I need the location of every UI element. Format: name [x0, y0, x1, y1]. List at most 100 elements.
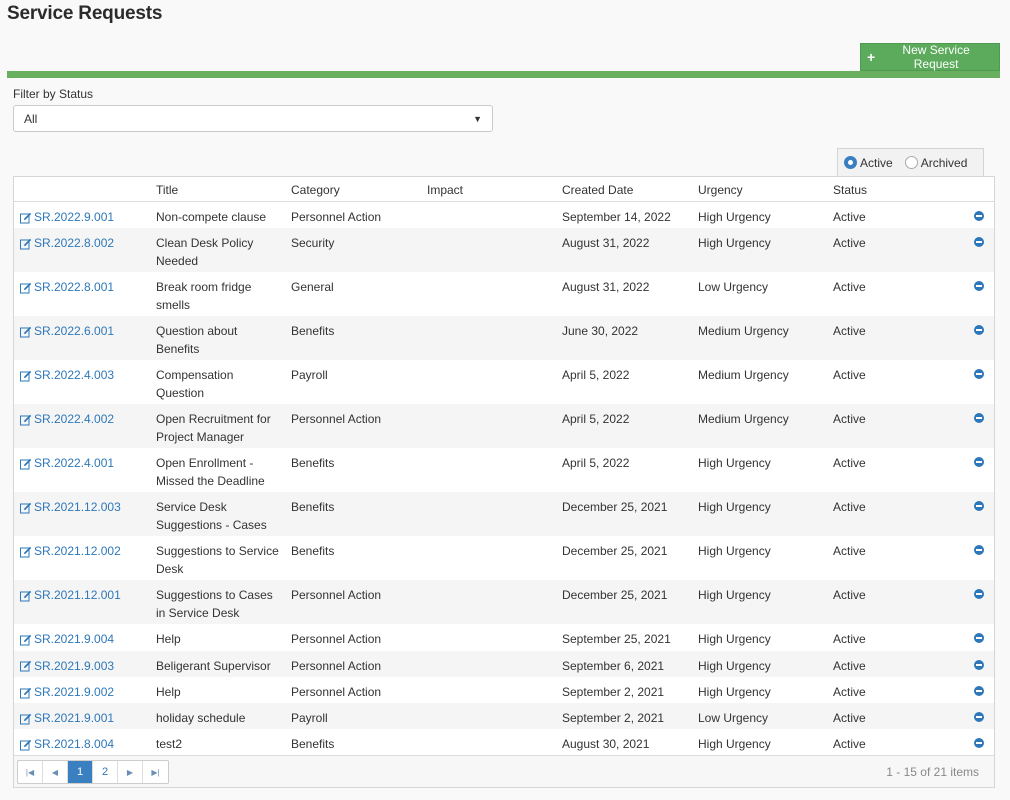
table-row[interactable]: SR.2022.9.001 Non-compete clause Personnel…: [14, 202, 994, 228]
column-header-title[interactable]: Title: [156, 183, 178, 197]
pager: |◀ ◀ 1 2 ▶ ▶| 1 - 15 of 21 items: [14, 755, 994, 787]
request-id-link[interactable]: SR.2022.4.003: [20, 367, 114, 385]
remove-circle-icon[interactable]: [974, 712, 984, 723]
request-urgency: Medium Urgency: [698, 412, 789, 427]
radio-active-indicator[interactable]: [844, 156, 857, 169]
request-urgency: High Urgency: [698, 236, 771, 251]
request-id: SR.2022.8.001: [34, 280, 115, 295]
request-status: Active: [833, 632, 866, 647]
request-title: Break room fridge smells: [156, 280, 252, 312]
request-id-link[interactable]: SR.2021.12.001: [20, 587, 121, 605]
request-id: SR.2021.9.004: [34, 632, 115, 647]
remove-circle-icon[interactable]: [974, 325, 984, 336]
request-id-link[interactable]: SR.2021.12.002: [20, 543, 121, 561]
page-button-2[interactable]: 2: [93, 761, 118, 783]
table-row[interactable]: SR.2021.8.004 test2 Benefits August 30, 202…: [14, 729, 994, 755]
table-row[interactable]: SR.2021.12.003 Service Desk Suggestions -…: [14, 492, 994, 537]
column-header-created-date[interactable]: Created Date: [562, 183, 633, 197]
first-page-icon[interactable]: |◀: [18, 761, 43, 783]
remove-circle-icon[interactable]: [974, 501, 984, 512]
request-created-date: September 2, 2021: [562, 684, 665, 699]
request-id-link[interactable]: SR.2021.9.002: [20, 684, 114, 702]
new-service-request-button[interactable]: + New Service Request: [860, 43, 1000, 71]
table-row[interactable]: SR.2022.6.001 Question about Benefits Bene…: [14, 316, 994, 361]
remove-circle-icon[interactable]: [974, 211, 984, 221]
request-title: Question about Benefits: [156, 324, 238, 356]
request-category: Benefits: [291, 500, 335, 515]
table-row[interactable]: SR.2021.9.001 holiday schedule Payroll Sept…: [14, 703, 994, 730]
column-header-status[interactable]: Status: [833, 183, 867, 197]
remove-circle-icon[interactable]: [974, 369, 984, 380]
table-row[interactable]: SR.2021.12.002 Suggestions to Service Des…: [14, 536, 994, 580]
radio-archived[interactable]: Archived: [904, 156, 967, 170]
request-id-link[interactable]: SR.2022.4.002: [20, 411, 114, 429]
request-created-date: September 2, 2021: [562, 711, 665, 726]
remove-circle-icon[interactable]: [974, 685, 984, 696]
request-category: Personnel Action: [291, 210, 382, 224]
request-id-link[interactable]: SR.2022.4.001: [20, 455, 114, 473]
remove-circle-icon[interactable]: [974, 659, 984, 670]
request-id-link[interactable]: SR.2021.8.004: [20, 736, 114, 754]
request-created-date: April 5, 2022: [562, 368, 630, 383]
request-urgency: High Urgency: [698, 632, 771, 647]
column-header-urgency[interactable]: Urgency: [698, 183, 743, 197]
request-id-link[interactable]: SR.2022.8.001: [20, 279, 114, 297]
request-id-link[interactable]: SR.2021.12.003: [20, 499, 121, 517]
request-title: Beligerant Supervisor: [156, 658, 271, 673]
table-row[interactable]: SR.2022.4.003 Compensation Question Payrol…: [14, 360, 994, 404]
radio-active[interactable]: Active: [844, 156, 893, 170]
table-row[interactable]: SR.2022.8.002 Clean Desk Policy Needed Sec…: [14, 228, 994, 273]
request-id-link[interactable]: SR.2021.9.003: [20, 658, 114, 676]
column-header-category[interactable]: Category: [291, 183, 340, 197]
edit-icon: [20, 458, 32, 470]
last-page-icon[interactable]: ▶|: [143, 761, 168, 783]
table-row[interactable]: SR.2021.9.003 Beligerant Supervisor Person…: [14, 650, 994, 677]
new-service-request-label: New Service Request: [902, 43, 970, 71]
radio-archived-indicator[interactable]: [904, 156, 918, 169]
table-row[interactable]: SR.2022.4.002 Open Recruitment for Projec…: [14, 404, 994, 449]
request-category: Personnel Action: [291, 588, 382, 603]
request-category: Personnel Action: [291, 412, 382, 427]
plus-icon: +: [867, 49, 876, 65]
request-id-link[interactable]: SR.2022.6.001: [20, 323, 114, 341]
table-row[interactable]: SR.2021.12.001 Suggestions to Cases in Se…: [14, 580, 994, 625]
request-created-date: September 6, 2021: [562, 658, 665, 673]
request-status: Active: [833, 711, 866, 726]
table-row[interactable]: SR.2022.8.001 Break room fridge smells Gen…: [14, 272, 994, 316]
edit-icon: [20, 590, 32, 602]
request-title: Help: [156, 684, 181, 699]
remove-circle-icon[interactable]: [974, 457, 984, 468]
filter-label: Filter by Status: [13, 87, 94, 101]
remove-circle-icon[interactable]: [974, 545, 984, 556]
page-button-1[interactable]: 1: [68, 761, 93, 783]
column-header-impact[interactable]: Impact: [427, 183, 463, 197]
request-id-link[interactable]: SR.2021.9.001: [20, 710, 114, 728]
remove-circle-icon[interactable]: [974, 589, 984, 600]
remove-circle-icon[interactable]: [974, 413, 984, 424]
edit-icon: [20, 212, 32, 224]
status-filter-select[interactable]: All ▼: [13, 105, 493, 132]
edit-icon: [20, 687, 32, 699]
request-category: Payroll: [291, 711, 328, 726]
next-page-icon[interactable]: ▶: [118, 761, 143, 783]
prev-page-icon[interactable]: ◀: [43, 761, 68, 783]
request-id-link[interactable]: SR.2021.9.004: [20, 631, 114, 649]
table-row[interactable]: SR.2021.9.004 Help Personnel Action Septemb…: [14, 624, 994, 650]
table-row[interactable]: SR.2022.4.001 Open Enrollment - Missed th…: [14, 448, 994, 492]
request-id: SR.2021.8.004: [34, 737, 115, 752]
request-urgency: Low Urgency: [698, 711, 769, 726]
request-created-date: December 25, 2021: [562, 500, 668, 515]
request-urgency: Medium Urgency: [698, 368, 789, 383]
table-row[interactable]: SR.2021.9.002 Help Personnel Action Septemb…: [14, 677, 994, 703]
request-status: Active: [833, 280, 866, 295]
request-id: SR.2021.12.002: [34, 544, 121, 559]
remove-circle-icon[interactable]: [974, 633, 984, 644]
remove-circle-icon[interactable]: [974, 738, 984, 749]
request-category: Benefits: [291, 544, 335, 559]
request-urgency: Medium Urgency: [698, 324, 789, 339]
request-id-link[interactable]: SR.2022.8.002: [20, 235, 114, 253]
radio-active-label: Active: [860, 155, 893, 170]
request-id-link[interactable]: SR.2022.9.001: [20, 209, 114, 227]
remove-circle-icon[interactable]: [974, 237, 984, 248]
remove-circle-icon[interactable]: [974, 281, 984, 292]
